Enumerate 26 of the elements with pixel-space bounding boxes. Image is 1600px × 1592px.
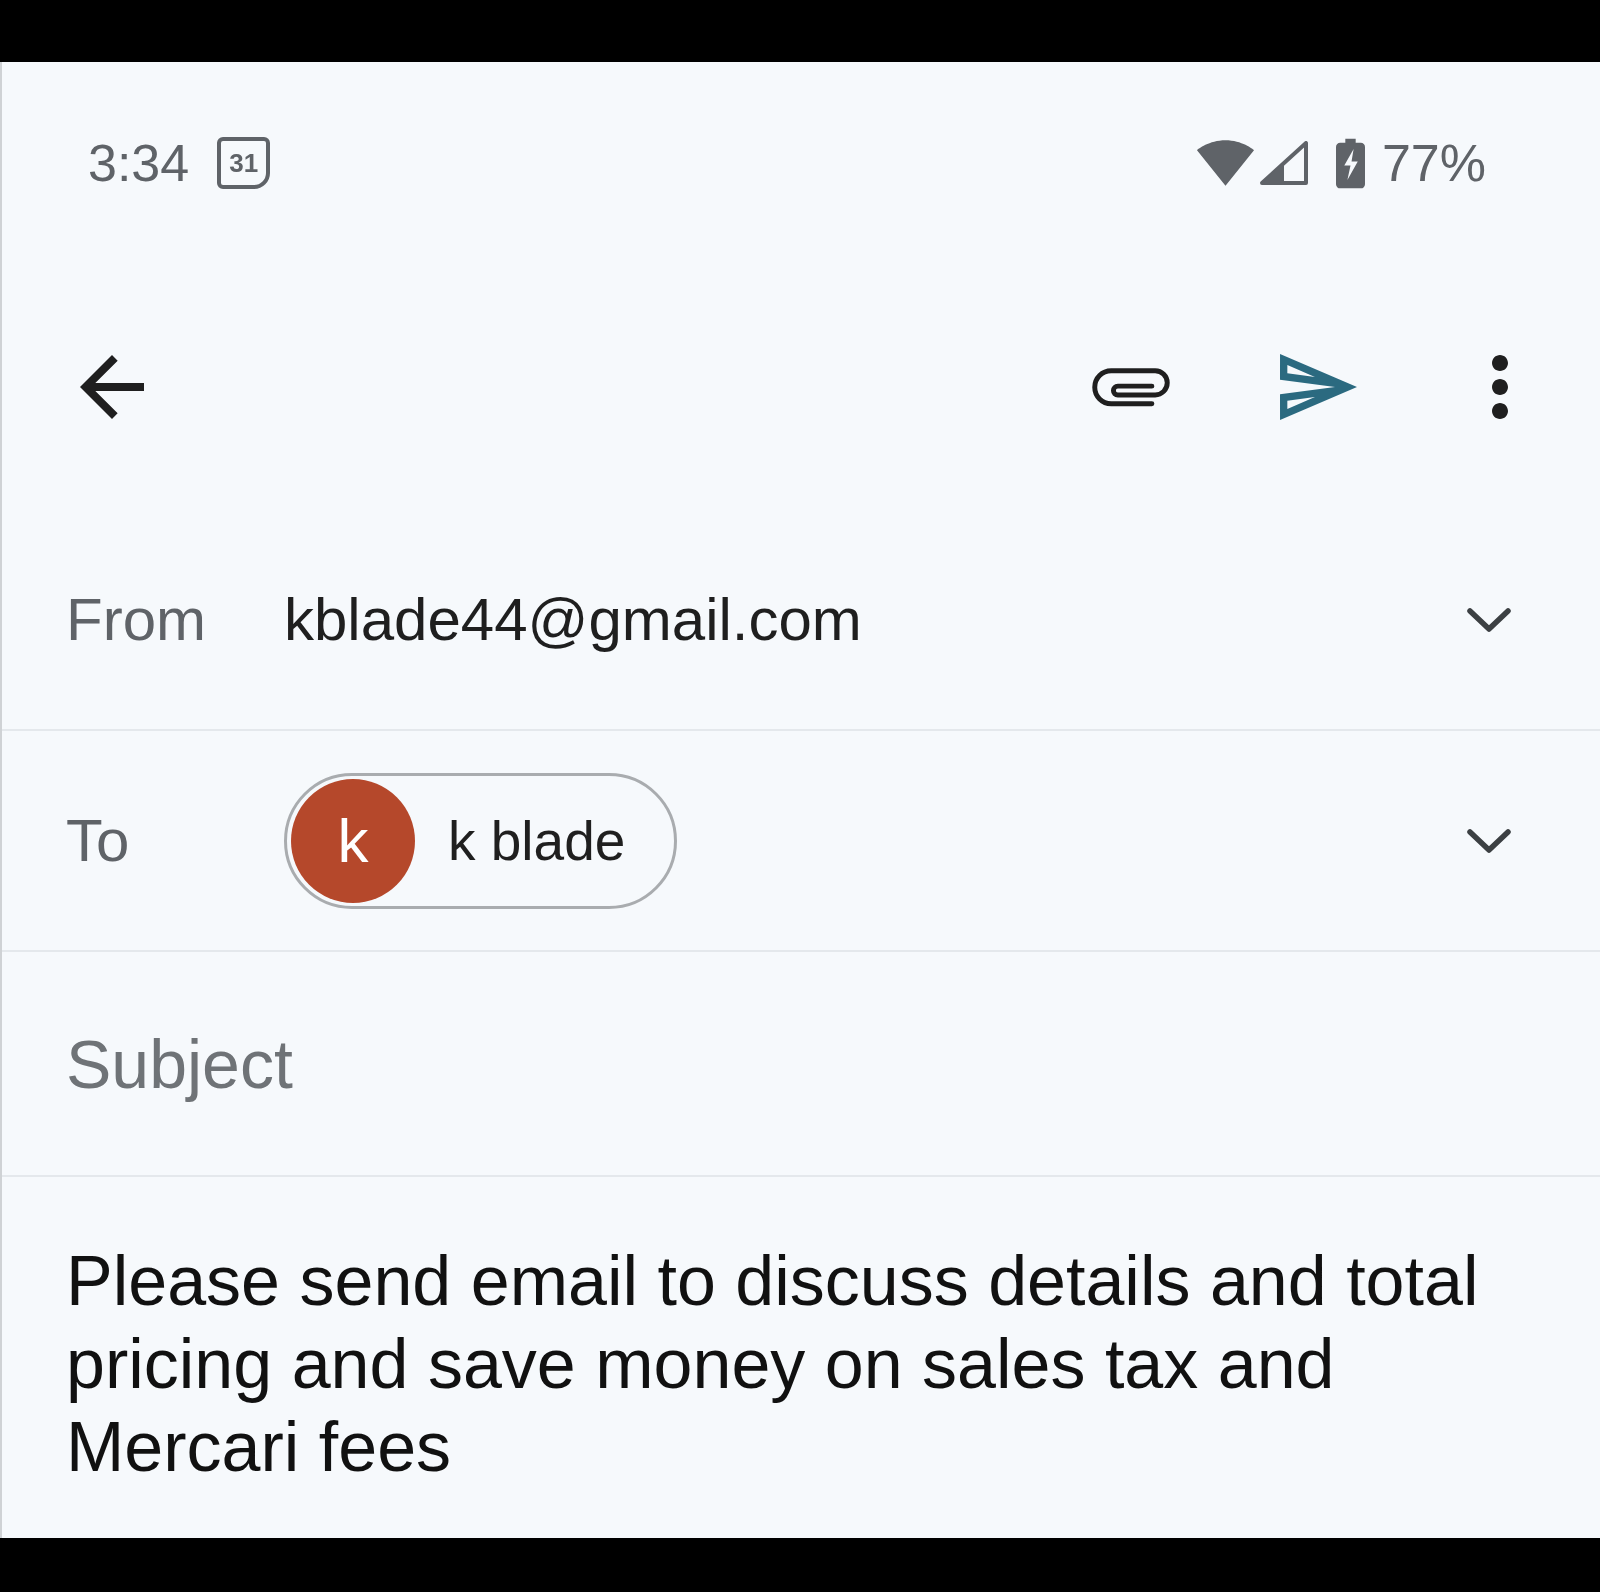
from-label: From xyxy=(66,584,207,655)
recipient-chip[interactable]: k k blade xyxy=(284,772,678,909)
message-body-field[interactable]: Please send email to discuss details and total pricing and save money on sales tax and Mercari fees xyxy=(66,1240,1526,1489)
battery-charging-icon xyxy=(1335,137,1365,189)
back-button[interactable] xyxy=(80,355,144,419)
calendar-icon: 31 xyxy=(217,137,271,189)
send-button[interactable] xyxy=(1280,353,1357,421)
more-options-button[interactable] xyxy=(1490,355,1510,419)
to-label: To xyxy=(66,805,131,876)
recipient-avatar: k xyxy=(291,778,415,903)
paperclip-icon xyxy=(1092,367,1170,407)
subject-field[interactable]: Subject xyxy=(66,1021,1512,1106)
expand-from-button[interactable] xyxy=(1466,605,1512,634)
expand-to-button[interactable] xyxy=(1466,826,1512,855)
send-icon xyxy=(1280,353,1357,421)
chevron-down-icon xyxy=(1466,605,1512,634)
attach-button[interactable] xyxy=(1092,367,1170,407)
status-time: 3:34 xyxy=(88,137,190,189)
more-vertical-icon xyxy=(1490,355,1510,419)
chevron-down-icon xyxy=(1466,826,1512,855)
back-arrow-icon xyxy=(80,355,144,419)
from-address: kblade44@gmail.com xyxy=(284,584,862,655)
cell-signal-icon xyxy=(1259,141,1308,185)
wifi-icon xyxy=(1196,140,1254,186)
battery-percent: 77% xyxy=(1381,137,1486,189)
recipient-name: k blade xyxy=(448,808,626,874)
